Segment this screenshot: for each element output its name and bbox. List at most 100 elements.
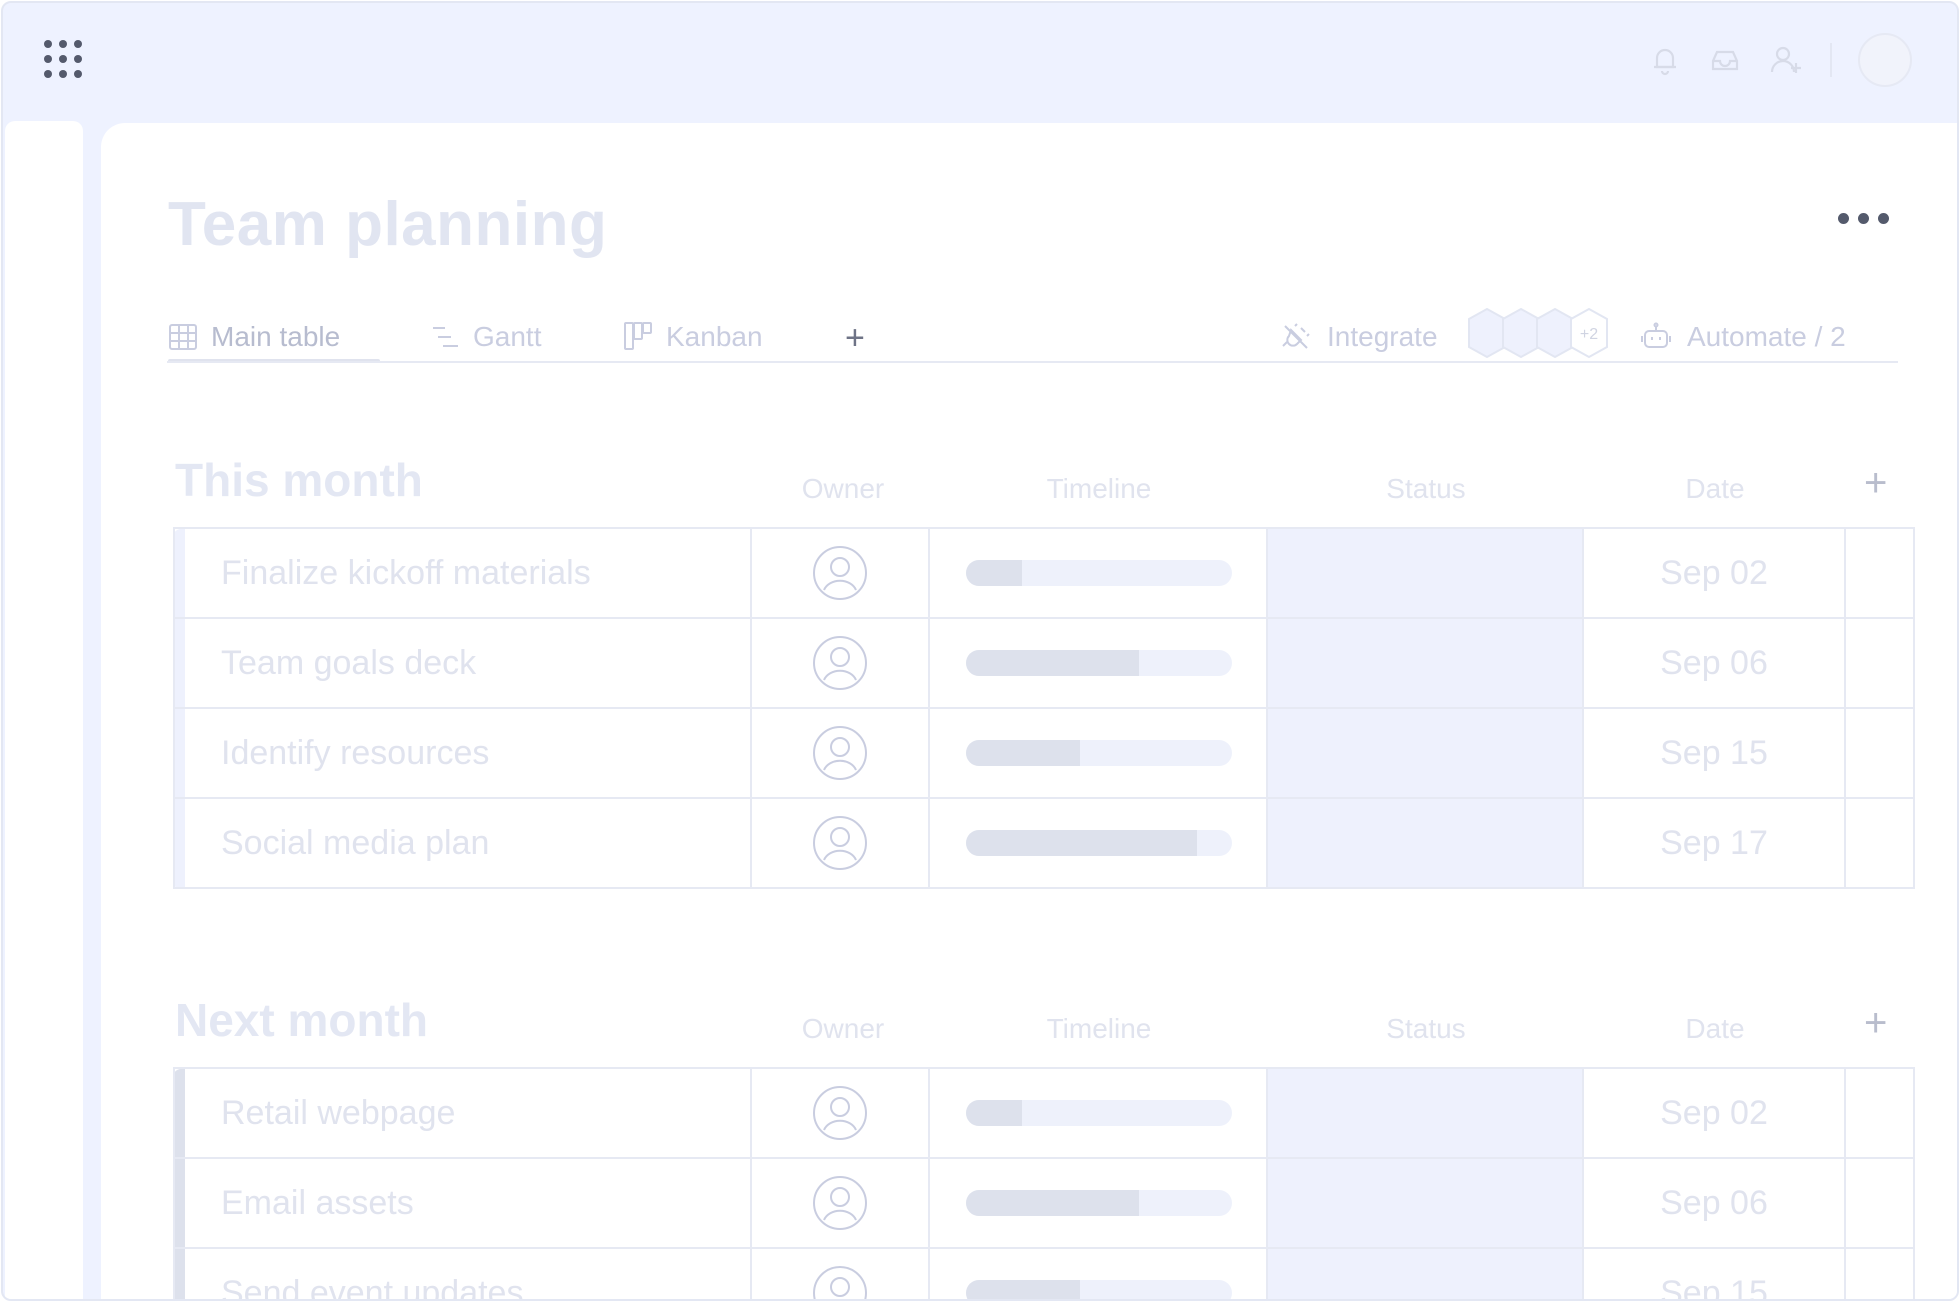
task-name[interactable]: Identify resources bbox=[185, 709, 752, 797]
integrate-plug-icon bbox=[1282, 323, 1310, 349]
group-title[interactable]: Next month bbox=[175, 993, 428, 1047]
task-name[interactable]: Retail webpage bbox=[185, 1069, 752, 1157]
owner-cell bbox=[752, 619, 930, 707]
row-end-cell bbox=[1846, 529, 1915, 617]
column-header-timeline[interactable]: Timeline bbox=[1019, 473, 1179, 505]
integrate-button[interactable]: Integrate bbox=[1281, 313, 1438, 361]
person-icon[interactable] bbox=[812, 1085, 868, 1141]
table-row[interactable]: Finalize kickoff materials Sep 02 bbox=[173, 529, 1915, 619]
timeline-bar bbox=[966, 560, 1232, 586]
column-header-owner[interactable]: Owner bbox=[783, 1013, 903, 1045]
date-cell[interactable]: Sep 15 bbox=[1584, 709, 1846, 797]
add-user-icon[interactable] bbox=[1769, 43, 1803, 77]
status-cell[interactable] bbox=[1268, 1249, 1584, 1299]
timeline-bar bbox=[966, 830, 1232, 856]
row-end-cell bbox=[1846, 1069, 1915, 1157]
group-next-month: Next month Owner Timeline Status Date + … bbox=[173, 993, 1933, 1301]
timeline-bar bbox=[966, 1280, 1232, 1299]
table-row[interactable]: Social media plan Sep 17 bbox=[173, 799, 1915, 889]
table-row[interactable]: Identify resources Sep 15 bbox=[173, 709, 1915, 799]
owner-cell bbox=[752, 1069, 930, 1157]
inbox-icon[interactable] bbox=[1708, 43, 1742, 77]
date-cell[interactable]: Sep 02 bbox=[1584, 1069, 1846, 1157]
row-end-cell bbox=[1846, 709, 1915, 797]
person-icon[interactable] bbox=[812, 725, 868, 781]
column-header-status[interactable]: Status bbox=[1346, 1013, 1506, 1045]
timeline-cell[interactable] bbox=[930, 1249, 1268, 1299]
timeline-cell[interactable] bbox=[930, 1159, 1268, 1247]
table-row[interactable]: Send event updates Sep 15 bbox=[173, 1249, 1915, 1301]
status-cell[interactable] bbox=[1268, 619, 1584, 707]
date-cell[interactable]: Sep 17 bbox=[1584, 799, 1846, 887]
table-row[interactable]: Retail webpage Sep 02 bbox=[173, 1069, 1915, 1159]
timeline-cell[interactable] bbox=[930, 1069, 1268, 1157]
top-bar bbox=[3, 3, 1957, 121]
person-icon[interactable] bbox=[812, 1175, 868, 1231]
task-name[interactable]: Team goals deck bbox=[185, 619, 752, 707]
tabs-divider bbox=[167, 361, 1898, 363]
tab-kanban[interactable]: Kanban bbox=[624, 313, 763, 361]
timeline-cell[interactable] bbox=[930, 709, 1268, 797]
timeline-bar-fill bbox=[966, 1100, 1022, 1126]
table-row[interactable]: Email assets Sep 06 bbox=[173, 1159, 1915, 1249]
tab-main-table[interactable]: Main table bbox=[169, 313, 340, 361]
page-title: Team planning bbox=[168, 190, 608, 259]
timeline-bar-fill bbox=[966, 830, 1198, 856]
status-cell[interactable] bbox=[1268, 529, 1584, 617]
person-icon[interactable] bbox=[812, 815, 868, 871]
task-name[interactable]: Social media plan bbox=[185, 799, 752, 887]
tab-label: Gantt bbox=[473, 321, 542, 352]
owner-cell bbox=[752, 1159, 930, 1247]
owner-cell bbox=[752, 709, 930, 797]
timeline-bar-fill bbox=[966, 560, 1022, 586]
avatar[interactable] bbox=[1858, 33, 1912, 87]
column-header-timeline[interactable]: Timeline bbox=[1019, 1013, 1179, 1045]
timeline-bar bbox=[966, 1190, 1232, 1216]
task-name[interactable]: Send event updates bbox=[185, 1249, 752, 1299]
status-cell[interactable] bbox=[1268, 709, 1584, 797]
timeline-cell[interactable] bbox=[930, 799, 1268, 887]
timeline-bar bbox=[966, 650, 1232, 676]
column-header-status[interactable]: Status bbox=[1346, 473, 1506, 505]
person-icon[interactable] bbox=[812, 1265, 868, 1301]
column-header-owner[interactable]: Owner bbox=[783, 473, 903, 505]
tab-label: Main table bbox=[211, 321, 341, 352]
tab-gantt[interactable]: Gantt bbox=[431, 313, 541, 361]
timeline-cell[interactable] bbox=[930, 619, 1268, 707]
timeline-bar bbox=[966, 1100, 1232, 1126]
more-dots-icon[interactable] bbox=[1836, 208, 1892, 228]
row-end-cell bbox=[1846, 799, 1915, 887]
timeline-bar-fill bbox=[966, 1280, 1081, 1299]
date-cell[interactable]: Sep 15 bbox=[1584, 1249, 1846, 1299]
row-end-cell bbox=[1846, 1249, 1915, 1299]
integrate-label: Integrate bbox=[1327, 321, 1438, 352]
group-title[interactable]: This month bbox=[175, 453, 423, 507]
status-cell[interactable] bbox=[1268, 799, 1584, 887]
add-column-button[interactable]: + bbox=[1864, 1001, 1887, 1046]
timeline-cell[interactable] bbox=[930, 529, 1268, 617]
apps-grid-icon[interactable] bbox=[43, 39, 83, 79]
robot-icon bbox=[1641, 322, 1671, 348]
person-icon[interactable] bbox=[812, 545, 868, 601]
date-cell[interactable]: Sep 02 bbox=[1584, 529, 1846, 617]
status-cell[interactable] bbox=[1268, 1159, 1584, 1247]
group-table: Finalize kickoff materials Sep 02 Team g… bbox=[173, 527, 1915, 889]
table-row[interactable]: Team goals deck Sep 06 bbox=[173, 619, 1915, 709]
board-main: Team planning Main table Gantt Kanban + bbox=[101, 123, 1957, 1301]
add-column-button[interactable]: + bbox=[1864, 461, 1887, 506]
timeline-bar bbox=[966, 740, 1232, 766]
task-name[interactable]: Finalize kickoff materials bbox=[185, 529, 752, 617]
integration-apps-stack[interactable]: +2 bbox=[1465, 305, 1615, 361]
automate-button[interactable]: Automate / 2 bbox=[1641, 313, 1846, 361]
date-cell[interactable]: Sep 06 bbox=[1584, 1159, 1846, 1247]
status-cell[interactable] bbox=[1268, 1069, 1584, 1157]
automate-label: Automate / 2 bbox=[1687, 321, 1846, 352]
column-header-date[interactable]: Date bbox=[1635, 473, 1795, 505]
owner-cell bbox=[752, 1249, 930, 1301]
bell-icon[interactable] bbox=[1648, 43, 1682, 77]
date-cell[interactable]: Sep 06 bbox=[1584, 619, 1846, 707]
task-name[interactable]: Email assets bbox=[185, 1159, 752, 1247]
person-icon[interactable] bbox=[812, 635, 868, 691]
add-view-button[interactable]: + bbox=[845, 319, 865, 358]
column-header-date[interactable]: Date bbox=[1635, 1013, 1795, 1045]
